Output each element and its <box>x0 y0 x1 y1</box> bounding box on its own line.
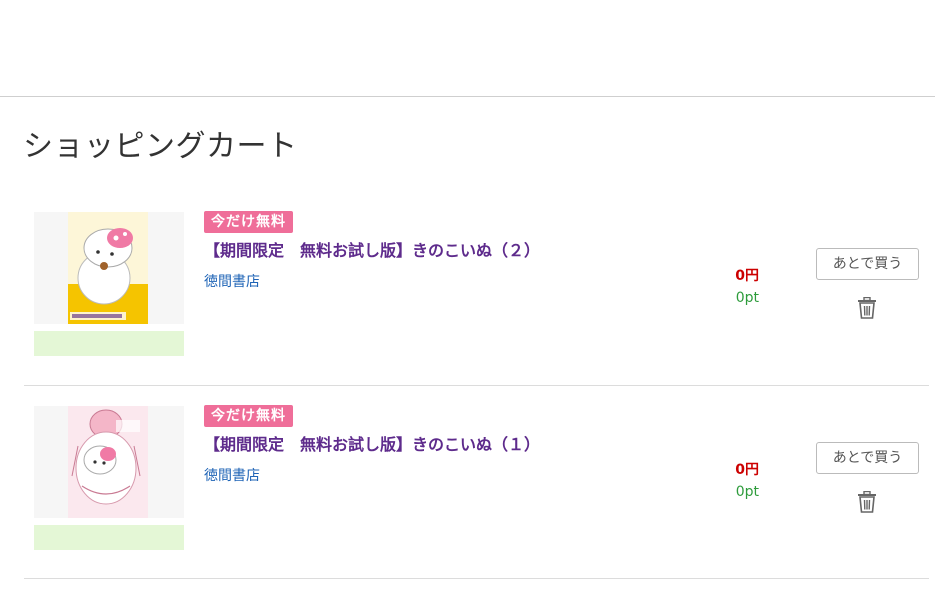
trash-icon[interactable] <box>857 491 877 513</box>
buy-later-button[interactable]: あとで買う <box>816 442 919 474</box>
page-title: ショッピングカート <box>23 129 298 164</box>
header-area <box>0 0 935 97</box>
status-bar <box>34 331 184 356</box>
manga-cover-image <box>68 212 148 324</box>
trash-icon[interactable] <box>857 297 877 319</box>
manga-cover-image <box>68 406 148 518</box>
book-cover[interactable] <box>34 406 184 518</box>
item-title-link[interactable]: 【期間限定 無料お試し版】きのこいぬ（２） <box>204 237 540 261</box>
free-badge: 今だけ無料 <box>204 211 293 233</box>
item-title-link[interactable]: 【期間限定 無料お試し版】きのこいぬ（１） <box>204 431 540 455</box>
row-divider <box>24 578 929 579</box>
status-bar <box>34 525 184 550</box>
publisher-link[interactable]: 徳間書店 <box>204 465 260 485</box>
cart-item: 今だけ無料 【期間限定 無料お試し版】きのこいぬ（２） 徳間書店 0円 0pt … <box>24 210 929 385</box>
cart-item: 今だけ無料 【期間限定 無料お試し版】きのこいぬ（１） 徳間書店 0円 0pt … <box>24 404 929 579</box>
free-badge: 今だけ無料 <box>204 405 293 427</box>
publisher-link[interactable]: 徳間書店 <box>204 271 260 291</box>
buy-later-button[interactable]: あとで買う <box>816 248 919 280</box>
item-points: 0pt <box>735 290 759 306</box>
row-divider <box>24 385 929 386</box>
item-points: 0pt <box>735 484 759 500</box>
book-cover[interactable] <box>34 212 184 324</box>
item-price: 0円 <box>735 462 759 478</box>
item-price: 0円 <box>735 268 759 284</box>
